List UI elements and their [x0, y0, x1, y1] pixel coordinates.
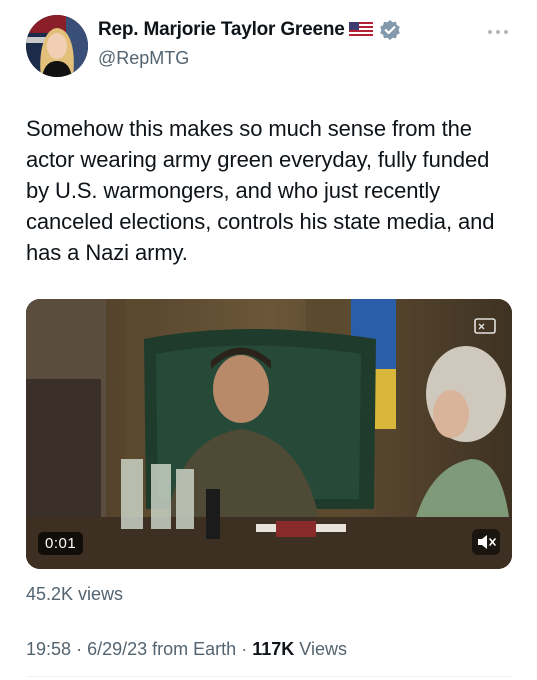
- video-views: 45.2K views: [26, 584, 124, 604]
- verified-badge-icon: [379, 19, 401, 41]
- us-flag-icon: [348, 22, 373, 38]
- avatar[interactable]: [26, 15, 88, 77]
- divider: [26, 676, 512, 677]
- view-count: 117K: [252, 639, 295, 659]
- meta-separator: ·: [241, 639, 248, 659]
- video-player[interactable]: 0:01: [26, 299, 512, 569]
- more-options-icon[interactable]: [486, 24, 510, 34]
- picture-in-picture-icon[interactable]: [474, 317, 496, 335]
- tweet-text: Somehow this makes so much sense from th…: [26, 116, 495, 265]
- tweet-date[interactable]: 6/29/23: [87, 639, 147, 659]
- mute-icon[interactable]: [472, 529, 500, 555]
- author-handle[interactable]: @RepMTG: [98, 48, 189, 69]
- tweet-card: Rep. Marjorie Taylor Greene @RepMTG Some…: [0, 0, 537, 680]
- tweet-meta: 19:58 · 6/29/23 from Earth · 117K Views: [26, 639, 347, 660]
- tweet-time[interactable]: 19:58: [26, 639, 71, 659]
- view-word: Views: [299, 639, 347, 659]
- video-frame: [26, 299, 512, 569]
- tweet-source: from Earth: [152, 639, 237, 659]
- author-name-row: Rep. Marjorie Taylor Greene: [98, 19, 401, 41]
- video-timestamp: 0:01: [38, 532, 84, 555]
- author-display-name[interactable]: Rep. Marjorie Taylor Greene: [98, 19, 345, 41]
- meta-separator: ·: [76, 639, 83, 659]
